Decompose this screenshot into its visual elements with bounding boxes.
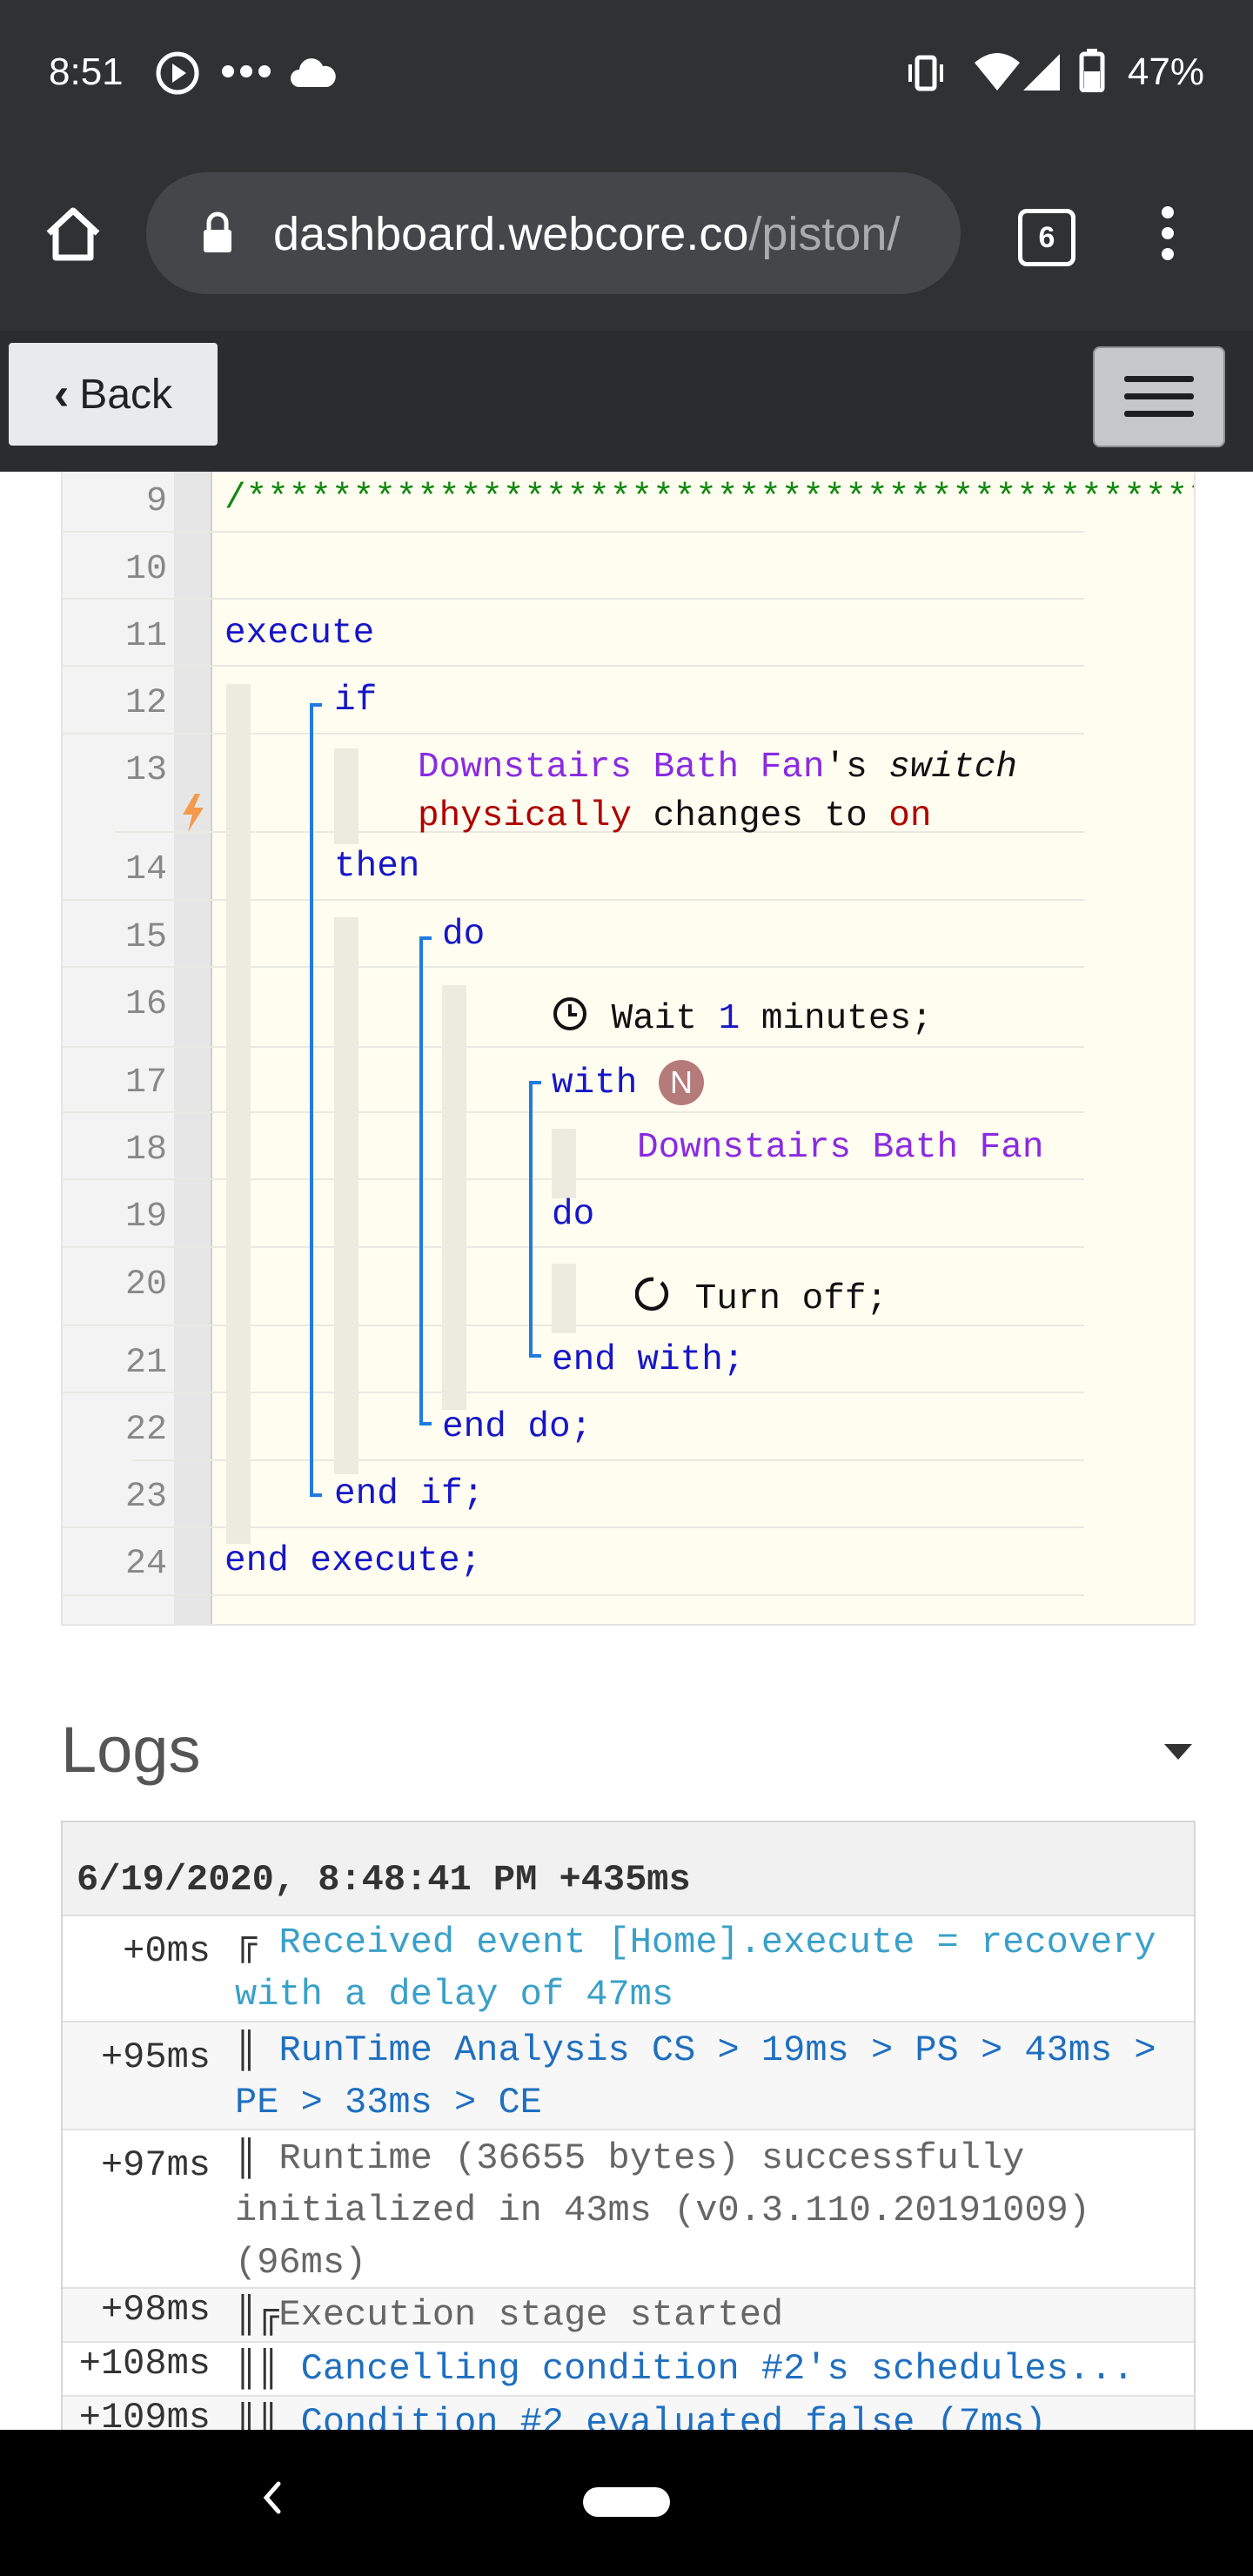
clock: 8:51	[49, 50, 124, 93]
condition-statement-cont[interactable]: physically changes to on	[418, 796, 932, 836]
battery-percent: 47%	[1127, 50, 1204, 93]
log-row: +108ms ║║ Cancelling condition #2's sche…	[63, 2343, 1194, 2397]
line-number: 13	[124, 751, 167, 790]
keyword-if[interactable]: if	[334, 681, 377, 721]
wait-statement[interactable]: Wait 1 minutes;	[590, 999, 933, 1039]
with-statement[interactable]: with N	[552, 1060, 705, 1105]
log-session-header: 6/19/2020, 8:48:41 PM +435ms	[63, 1822, 1194, 1916]
trigger-gutter	[174, 472, 212, 1624]
clock-icon	[552, 996, 588, 1036]
line-number: 16	[124, 985, 167, 1024]
cloud-icon	[289, 57, 338, 93]
play-icon	[155, 50, 200, 100]
keyword-then[interactable]: then	[334, 847, 419, 887]
keyword-do[interactable]: do	[552, 1195, 594, 1235]
log-table: 6/19/2020, 8:48:41 PM +435ms +0ms ╔ Rece…	[61, 1821, 1196, 2433]
turn-off-statement[interactable]: Turn off;	[673, 1279, 888, 1319]
battery-icon	[1079, 49, 1105, 97]
device-badge: N	[659, 1060, 705, 1105]
wifi-icon	[973, 50, 1022, 97]
line-number: 21	[124, 1344, 167, 1383]
back-button-label: Back	[79, 371, 173, 418]
log-row: +0ms ╔ Received event [Home].execute = r…	[63, 1916, 1194, 2023]
more-notifications-icon	[221, 63, 273, 84]
line-number: 24	[124, 1545, 167, 1584]
line-number: 20	[124, 1265, 167, 1305]
line-number: 12	[124, 684, 167, 723]
line-number: 15	[124, 918, 167, 957]
trigger-lightning-icon	[181, 794, 205, 836]
address-bar[interactable]: dashboard.webcore.co/piston/	[146, 172, 961, 294]
log-row: +95ms ║ RunTime Analysis CS > 19ms > PS …	[63, 2023, 1194, 2130]
nav-home-pill[interactable]	[583, 2487, 670, 2517]
log-row: +97ms ║ Runtime (36655 bytes) successful…	[63, 2130, 1194, 2289]
cell-signal-icon	[1020, 50, 1062, 97]
menu-button[interactable]	[1093, 346, 1225, 447]
line-number: 18	[124, 1130, 167, 1170]
logs-heading: Logs	[61, 1714, 201, 1786]
line-number: 22	[124, 1411, 167, 1450]
caret-down-icon[interactable]	[1164, 1744, 1192, 1760]
home-icon[interactable]	[42, 202, 104, 269]
line-number: 14	[124, 850, 167, 889]
keyword-end-execute[interactable]: end execute;	[224, 1541, 481, 1581]
nav-back-icon[interactable]	[261, 2479, 282, 2521]
keyword-do[interactable]: do	[442, 915, 485, 955]
keyword-end-if[interactable]: end if;	[334, 1474, 484, 1514]
keyword-end-do[interactable]: end do;	[442, 1407, 592, 1447]
keyword-end-with[interactable]: end with;	[552, 1340, 744, 1380]
url-text: dashboard.webcore.co/piston/	[273, 208, 901, 260]
line-number: 17	[124, 1063, 167, 1103]
line-number: 23	[124, 1478, 167, 1517]
more-vert-icon[interactable]	[1157, 205, 1178, 265]
vibrate-icon	[903, 50, 948, 100]
keyword-execute[interactable]: execute	[224, 614, 374, 654]
status-bar: 8:51 47%	[0, 0, 1253, 148]
system-navigation-bar	[0, 2430, 1253, 2576]
line-number: 11	[124, 617, 167, 656]
line-number: 19	[124, 1197, 167, 1237]
back-button[interactable]: ‹ Back	[9, 343, 218, 446]
code-comment: /***************************************…	[224, 479, 1196, 519]
tab-switcher-button[interactable]: 6	[1018, 209, 1075, 266]
lock-icon	[200, 211, 235, 258]
log-row: +109ms ║║ Condition #2 evaluated false (…	[63, 2397, 1194, 2432]
condition-statement[interactable]: Downstairs Bath Fan's switch	[418, 748, 1017, 788]
line-number: 10	[124, 550, 167, 589]
chevron-left-icon: ‹	[53, 369, 70, 419]
line-number: 9	[145, 482, 167, 521]
device-name[interactable]: Downstairs Bath Fan	[637, 1128, 1043, 1168]
piston-code-view: 9 10 11 12 13 14 15 16 17 18 19 20 21 22…	[61, 472, 1196, 1626]
page-toolbar: ‹ Back	[0, 331, 1253, 472]
browser-toolbar: dashboard.webcore.co/piston/ 6	[0, 148, 1253, 331]
power-icon	[634, 1276, 672, 1317]
log-row: +98ms ║╔Execution stage started	[63, 2289, 1194, 2343]
